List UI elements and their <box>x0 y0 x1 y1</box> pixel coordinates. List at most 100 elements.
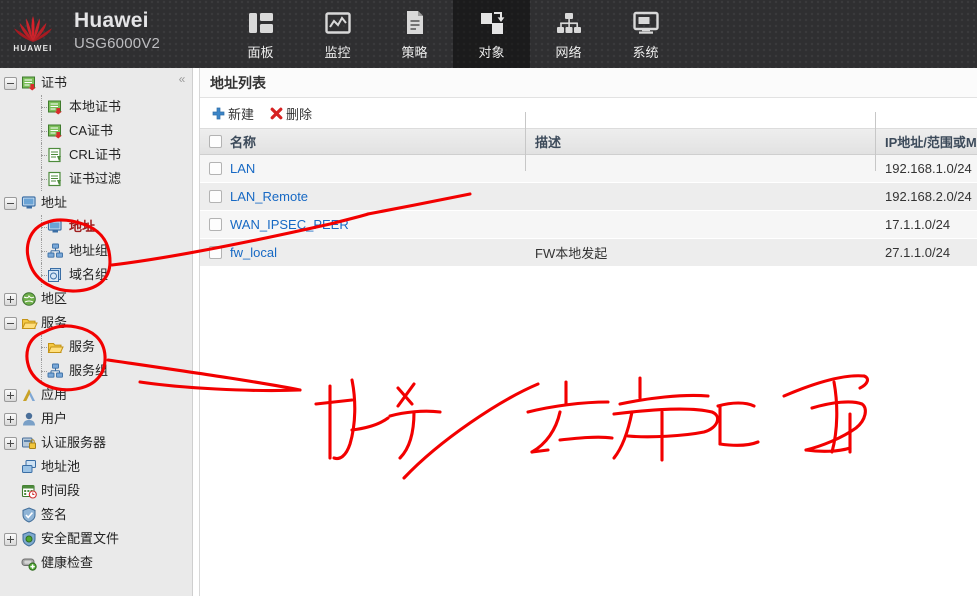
table-row[interactable]: fw_local FW本地发起 27.1.1.0/24 <box>200 239 977 267</box>
sidebar-item-19[interactable]: 安全配置文件 <box>0 527 192 551</box>
row-select-cell <box>200 162 230 175</box>
tree-connector <box>37 143 47 167</box>
address-name-link[interactable]: LAN <box>230 161 255 176</box>
sidebar-item-9[interactable]: 地区 <box>0 287 192 311</box>
region-icon <box>22 292 36 306</box>
tree-connector <box>37 239 47 263</box>
panel-icon <box>246 8 276 38</box>
sidebar-item-15[interactable]: 认证服务器 <box>0 431 192 455</box>
sidebar-item-6[interactable]: 地址 <box>0 215 192 239</box>
nav-label-object: 对象 <box>478 44 505 60</box>
auth-server-icon <box>22 437 36 449</box>
row-checkbox[interactable] <box>208 246 222 259</box>
ca-cert-icon <box>48 124 62 139</box>
cell-ip: 27.1.1.0/24 <box>885 245 951 260</box>
tree-toggle-expand[interactable] <box>4 412 17 426</box>
nav-label-system: 系统 <box>632 44 659 60</box>
signature-icon <box>22 507 36 523</box>
sidebar-item-0[interactable]: 证书 <box>0 71 192 95</box>
address-name-link[interactable]: fw_local <box>230 245 277 260</box>
column-header-ip[interactable]: IP地址/范围或MA <box>875 112 977 171</box>
object-icon <box>478 8 506 38</box>
tree-toggle-expand[interactable] <box>4 436 17 450</box>
page-title: 地址列表 <box>200 68 977 98</box>
table-header-row: 名称 描述 IP地址/范围或MA <box>200 112 977 171</box>
sidebar-item-2[interactable]: CA证书 <box>0 119 192 143</box>
sidebar-item-label: 应用 <box>41 387 68 402</box>
sidebar-item-label: 认证服务器 <box>41 435 107 450</box>
column-header-description[interactable]: 描述 <box>525 112 875 171</box>
nav-item-policy[interactable]: 策略 <box>376 0 453 68</box>
sidebar-item-label: 服务 <box>41 315 68 330</box>
sidebar-item-3[interactable]: CRL证书 <box>0 143 192 167</box>
tree-toggle-expand[interactable] <box>4 532 17 546</box>
certificate-icon <box>22 76 36 91</box>
tree-toggle-expand[interactable] <box>4 292 17 306</box>
sidebar-item-label: 证书 <box>41 75 68 90</box>
nav-item-network[interactable]: 网络 <box>530 0 607 68</box>
policy-icon <box>402 8 428 38</box>
row-select-cell <box>200 246 230 259</box>
huawei-logo: HUAWEI <box>0 0 66 68</box>
cell-description: FW本地发起 <box>535 246 608 261</box>
sidebar-item-label: 时间段 <box>41 483 81 498</box>
delete-button[interactable]: 删除 <box>270 104 312 123</box>
tree-toggle-collapse[interactable] <box>4 76 17 90</box>
tree-toggle-collapse[interactable] <box>4 316 17 330</box>
sidebar-item-11[interactable]: 服务 <box>0 335 192 359</box>
cell-name: fw_local <box>230 245 525 260</box>
row-checkbox[interactable] <box>208 218 222 231</box>
sidebar-item-14[interactable]: 用户 <box>0 407 192 431</box>
address-name-link[interactable]: WAN_IPSEC_PEER <box>230 217 349 232</box>
tree-connector <box>37 335 47 359</box>
address-name-link[interactable]: LAN_Remote <box>230 189 308 204</box>
select-all-checkbox[interactable] <box>208 135 222 148</box>
nav-item-system[interactable]: 系统 <box>607 0 684 68</box>
user-icon <box>23 412 35 426</box>
sidebar-item-18[interactable]: 签名 <box>0 503 192 527</box>
sidebar-item-label: 域名组 <box>69 267 109 282</box>
sidebar-item-8[interactable]: 域名组 <box>0 263 192 287</box>
sidebar-item-4[interactable]: 证书过滤 <box>0 167 192 191</box>
cell-name: LAN_Remote <box>230 189 525 204</box>
sidebar-item-label: 地址组 <box>69 243 109 258</box>
tree-connector <box>37 263 47 287</box>
tree-toggle-expand[interactable] <box>4 388 17 402</box>
sidebar-item-20[interactable]: 健康检查 <box>0 551 192 575</box>
sidebar-item-label: 本地证书 <box>69 99 122 114</box>
service-group-icon <box>47 363 63 378</box>
plus-icon <box>212 107 225 119</box>
sidebar-item-17[interactable]: 时间段 <box>0 479 192 503</box>
content-area: 地址列表 新建 删除 名称 描述 IP地址/范围或MA LAN 192.168.… <box>199 68 977 596</box>
nav-label-policy: 策略 <box>401 44 428 60</box>
sidebar-item-1[interactable]: 本地证书 <box>0 95 192 119</box>
sidebar-item-label: 安全配置文件 <box>41 531 120 546</box>
sidebar-item-7[interactable]: 地址组 <box>0 239 192 263</box>
tree-toggle-collapse[interactable] <box>4 196 17 210</box>
local-cert-icon <box>48 100 62 115</box>
row-checkbox[interactable] <box>208 190 222 203</box>
brand-name: Huawei <box>74 9 149 32</box>
sidebar-item-16[interactable]: 地址池 <box>0 455 192 479</box>
sidebar-item-label: 地址 <box>41 195 68 210</box>
new-button[interactable]: 新建 <box>212 104 254 123</box>
nav-label-network: 网络 <box>555 44 582 60</box>
table-row[interactable]: LAN_Remote 192.168.2.0/24 <box>200 183 977 211</box>
table-row[interactable]: WAN_IPSEC_PEER 17.1.1.0/24 <box>200 211 977 239</box>
nav-item-panel[interactable]: 面板 <box>222 0 299 68</box>
domain-group-icon <box>48 268 61 282</box>
address-icon <box>47 220 62 233</box>
sidebar-item-12[interactable]: 服务组 <box>0 359 192 383</box>
nav-item-monitor[interactable]: 监控 <box>299 0 376 68</box>
sidebar-item-label: CRL证书 <box>69 147 122 162</box>
sidebar-item-13[interactable]: 应用 <box>0 383 192 407</box>
sidebar-item-5[interactable]: 地址 <box>0 191 192 215</box>
row-checkbox[interactable] <box>208 162 222 175</box>
sidebar-item-10[interactable]: 服务 <box>0 311 192 335</box>
sidebar-item-label: 地址 <box>69 219 96 234</box>
column-header-name[interactable]: 名称 <box>230 132 525 151</box>
address-pool-icon <box>22 460 36 473</box>
nav-item-object[interactable]: 对象 <box>453 0 530 68</box>
table-row[interactable]: LAN 192.168.1.0/24 <box>200 155 977 183</box>
service-icon <box>47 343 64 353</box>
